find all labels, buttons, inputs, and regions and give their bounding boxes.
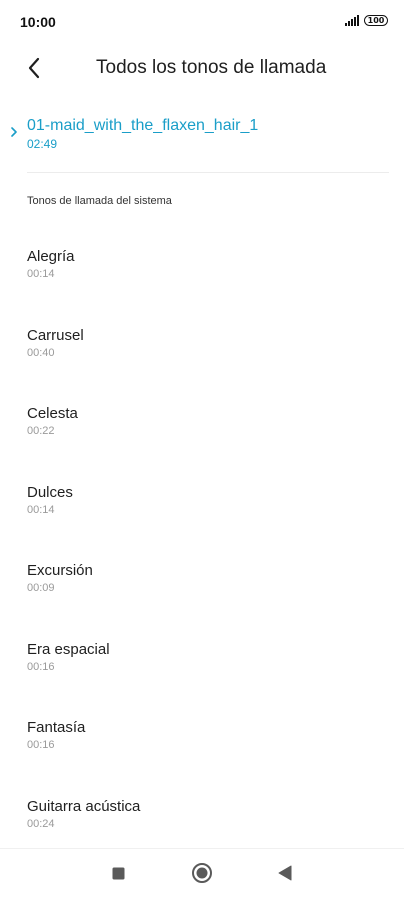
ringtone-item-fantasia[interactable]: Fantasía 00:16: [0, 699, 404, 778]
ringtone-item-era-espacial[interactable]: Era espacial 00:16: [0, 621, 404, 700]
ringtone-item-excursion[interactable]: Excursión 00:09: [0, 542, 404, 621]
current-ringtone-item[interactable]: 01-maid_with_the_flaxen_hair_1 02:49: [0, 112, 404, 164]
ringtone-duration: 00:40: [27, 346, 55, 359]
ringtone-duration: 00:16: [27, 739, 55, 751]
ringtone-name: Dulces: [27, 483, 73, 501]
status-bar: 10:00 100: [0, 0, 404, 44]
ringtone-item-dulces[interactable]: Dulces 00:14: [0, 464, 404, 543]
section-header: Tonos de llamada del sistema: [27, 195, 172, 207]
app-header: Todos los tonos de llamada: [0, 48, 404, 90]
status-icons: 100: [345, 15, 388, 26]
ringtone-name: Fantasía: [27, 719, 86, 736]
status-time: 10:00: [20, 14, 56, 30]
ringtone-name: Guitarra acústica: [27, 797, 141, 815]
ringtone-name: Alegría: [27, 248, 75, 265]
ringtone-item-guitarra-acustica[interactable]: Guitarra acústica 00:24: [0, 778, 404, 857]
ringtone-duration: 00:09: [27, 582, 55, 594]
ringtone-name: Carrusel: [27, 326, 84, 344]
triangle-back-icon: [278, 865, 292, 881]
battery-icon: 100: [364, 15, 388, 26]
recents-button[interactable]: [106, 861, 130, 885]
chevron-left-icon: [28, 57, 40, 79]
ringtone-item-carrusel[interactable]: Carrusel 00:40: [0, 307, 404, 386]
ringtone-duration: 00:14: [27, 503, 55, 516]
battery-level: 100: [367, 16, 385, 25]
nav-back-button[interactable]: [273, 861, 297, 885]
ringtone-item-alegria[interactable]: Alegría 00:14: [0, 228, 404, 307]
divider: [27, 172, 389, 173]
ringtone-name: Excursión: [27, 562, 93, 579]
ringtone-duration: 00:14: [27, 268, 55, 280]
page-title: Todos los tonos de llamada: [96, 57, 327, 78]
ringtone-duration: 00:16: [27, 660, 55, 673]
ringtone-list: Alegría 00:14 Carrusel 00:40 Celesta 00:…: [0, 228, 404, 856]
chevron-right-icon: [11, 127, 17, 137]
current-ringtone-name: 01-maid_with_the_flaxen_hair_1: [27, 117, 259, 134]
system-nav-bar: [0, 849, 404, 897]
ringtone-duration: 00:22: [27, 425, 55, 437]
current-ringtone-duration: 02:49: [27, 137, 58, 151]
ringtone-name: Era espacial: [27, 640, 110, 658]
ringtone-item-celesta[interactable]: Celesta 00:22: [0, 385, 404, 464]
ringtone-picker-screen: 10:00 100 Todos los tonos de llamada 01-…: [0, 0, 404, 897]
square-icon: [112, 867, 124, 879]
circle-icon: [192, 863, 212, 883]
signal-bars-icon: [345, 15, 359, 26]
ringtone-name: Celesta: [27, 405, 78, 422]
home-button[interactable]: [190, 861, 214, 885]
back-button[interactable]: [20, 54, 48, 82]
ringtone-duration: 00:24: [27, 817, 55, 830]
